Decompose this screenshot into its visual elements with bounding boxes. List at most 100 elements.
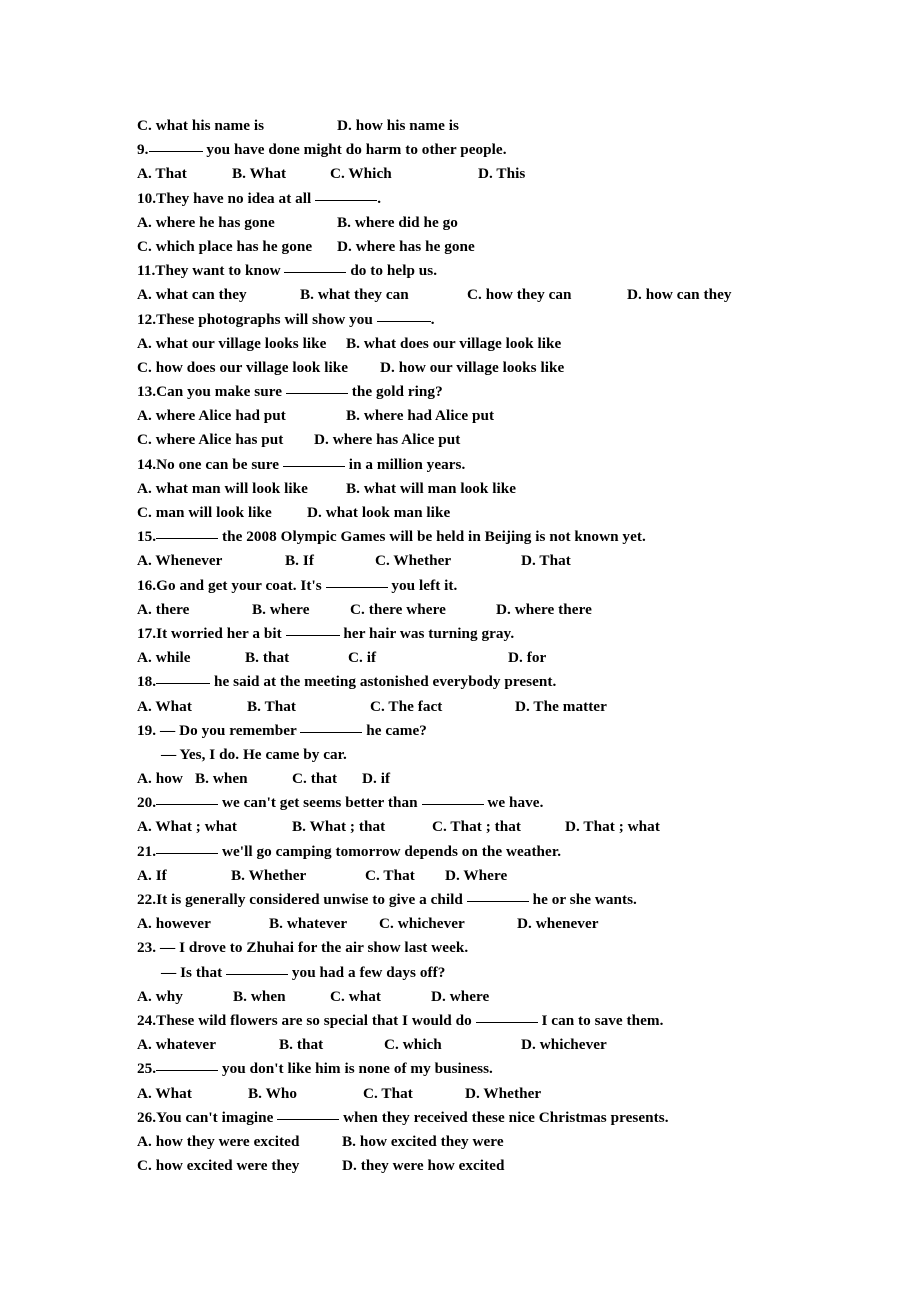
answer-option: B. where had Alice put [346,407,495,425]
answer-option: B. how excited they were [342,1132,504,1150]
question-text: he came? [362,721,427,739]
answer-option: C. what his name is [137,117,265,134]
fill-in-blank[interactable] [277,1107,340,1120]
fill-in-blank[interactable] [466,889,529,902]
question-line: 14.No one can be sure in a million years… [137,453,897,477]
question-text: her hair was turning gray. [339,624,515,642]
fill-in-blank[interactable] [325,575,388,588]
question-text: you left it. [387,576,458,594]
answer-option: D. they were how excited [342,1157,505,1175]
question-text: 11.They want to know [137,262,285,280]
question-line: 23. — I drove to Zhuhai for the air show… [137,936,897,960]
answer-option: A. while [137,649,191,667]
question-line: 15. the 2008 Olympic Games will be held … [137,525,897,549]
question-text: 19. — Do you remember [137,721,301,739]
question-text: 23. — I drove to Zhuhai for the air show… [137,939,469,957]
fill-in-blank[interactable] [282,454,345,467]
option-row: C. man will look like D. what look man li… [137,501,897,525]
question-text: 18. [137,673,157,691]
question-text: 20. [137,794,157,812]
answer-option: C. That [363,1084,413,1102]
option-row: A. What ; what B. What ; that C. That ; th… [137,815,897,839]
fill-in-blank[interactable] [156,792,219,806]
fill-in-blank[interactable] [156,671,211,685]
question-line: 25. you don't like him is none of my bus… [137,1057,897,1081]
option-row: C. which place has he gone D. where has h… [137,235,897,259]
answer-option: B. when [195,770,248,788]
fill-in-blank[interactable] [475,1010,538,1023]
answer-option: B. what will man look like [346,479,517,497]
answer-option: D. where has Alice put [314,431,461,449]
answer-option: B. Whether [231,866,307,884]
answer-option: B. If [285,552,314,570]
answer-option: B. what they can [300,286,409,304]
option-row: A. What B. That C. The fact D. The matter [137,695,897,719]
option-row: A. however B. whatever C. whichever D. when… [137,912,897,936]
answer-option: C. Whether [375,552,452,570]
answer-option: C. which place has he gone [137,237,313,255]
answer-option: D. if [362,770,391,788]
question-line: 18. he said at the meeting astonished ev… [137,670,897,694]
fill-in-blank[interactable] [156,526,219,540]
answer-option: D. where there [496,600,592,618]
fill-in-blank[interactable] [421,792,484,806]
answer-option: D. This [478,165,526,183]
question-text: you had a few days off? [288,963,446,981]
fill-in-blank[interactable] [315,188,378,201]
answer-option: C. man will look like [137,504,272,521]
fill-in-blank[interactable] [376,309,431,322]
fill-in-blank[interactable] [226,962,289,975]
answer-option: C. if [348,649,377,667]
fill-in-blank[interactable] [148,139,203,153]
fill-in-blank[interactable] [285,381,348,395]
answer-option: C. how they can [467,286,572,304]
answer-option: A. where he has gone [137,213,275,231]
answer-option: C. there where [350,600,446,618]
question-line: 21. we'll go camping tomorrow depends on… [137,840,897,864]
answer-option: B. where [252,600,310,618]
question-text: you have done might do harm to other peo… [202,141,507,159]
option-row: A. Whenever B. If C. Whether D. That [137,549,897,573]
option-row: C. how excited were they D. they were how… [137,1154,897,1178]
option-row: A. If B. Whether C. That D. Where [137,864,897,888]
fill-in-blank[interactable] [284,260,347,274]
answer-option: C. that [292,770,338,788]
fill-in-blank[interactable] [156,841,219,854]
answer-option: D. whichever [521,1036,607,1054]
answer-option: A. what our village looks like [137,334,327,352]
answer-option: A. What [137,697,192,715]
answer-option: C. how excited were they [137,1157,300,1175]
answer-option: C. what [330,987,381,1005]
option-row: A. what our village looks like B. what do… [137,332,897,356]
option-row: A. what can they B. what they can C. how t… [137,283,897,307]
answer-option: C. The fact [370,697,443,715]
question-text: 25. [137,1060,157,1078]
fill-in-blank[interactable] [285,623,340,636]
question-line: 12.These photographs will show you . [137,308,897,332]
answer-option: B. what does our village look like [346,334,562,352]
answer-option: D. how his name is [337,117,459,134]
question-text: he said at the meeting astonished everyb… [210,673,557,691]
answer-option: C. where Alice has put [137,431,284,449]
question-text: — Yes, I do. He came by car. [161,745,347,763]
answer-option: C. which [384,1036,442,1054]
answer-option: A. where Alice had put [137,407,286,425]
option-row: A. where Alice had put B. where had Alice… [137,404,897,428]
dialogue-line: — Yes, I do. He came by car. [137,743,897,767]
option-row: A. while B. that C. if D. for [137,646,897,670]
option-row: A. how they were excited B. how excited t… [137,1130,897,1154]
option-row: C. what his name is D. how his name is [137,114,897,138]
option-row: A. What B. Who C. That D. Whether [137,1082,897,1106]
question-text: do to help us. [346,262,438,280]
question-text: . [377,189,382,207]
answer-option: D. That ; what [565,818,660,836]
answer-option: D. Whether [465,1084,542,1102]
option-row: A. what man will look like B. what will m… [137,477,897,501]
answer-option: B. What [232,165,287,183]
answer-option: A. how [137,770,183,788]
fill-in-blank[interactable] [300,720,363,733]
fill-in-blank[interactable] [156,1058,219,1072]
answer-option: B. that [245,649,290,667]
question-line: 22.It is generally considered unwise to … [137,888,897,912]
question-text: we have. [483,794,544,812]
